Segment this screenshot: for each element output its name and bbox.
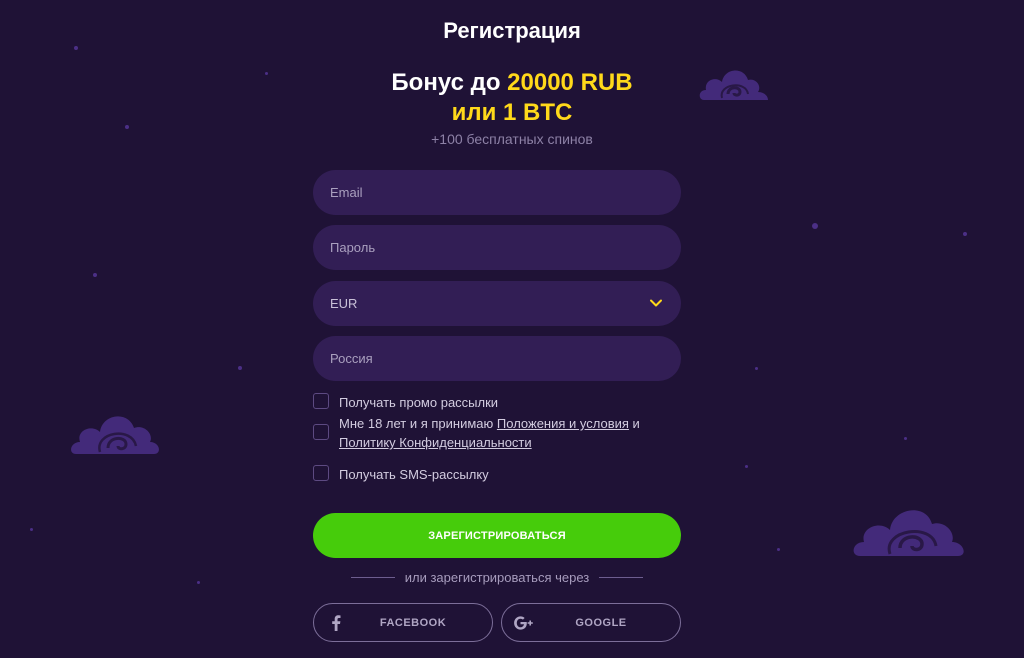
terms-prefix: Мне 18 лет и я принимаю: [339, 416, 497, 431]
divider-line: [599, 577, 644, 578]
decor-dot: [197, 581, 200, 584]
page-title: Регистрация: [443, 18, 581, 43]
decor-dot: [755, 367, 758, 370]
terms-and: и: [628, 416, 640, 431]
privacy-policy-link[interactable]: Политику Конфиденциальности: [339, 435, 532, 450]
facebook-button[interactable]: FACEBOOK: [313, 603, 493, 642]
decor-dot: [963, 232, 967, 236]
decor-dot: [93, 273, 97, 277]
sms-checkbox[interactable]: [313, 465, 329, 481]
terms-link[interactable]: Положения и условия: [497, 416, 629, 431]
decor-dot: [812, 223, 818, 229]
bonus-headline: Бонус до 20000 RUB или 1 BTC: [0, 68, 1024, 128]
decor-dot: [777, 548, 780, 551]
sms-checkbox-label: Получать SMS-рассылку: [339, 467, 489, 482]
currency-value: EUR: [330, 296, 358, 311]
bonus-amount: 20000 RUB: [507, 69, 633, 96]
decor-dot: [904, 437, 907, 440]
divider-line: [350, 577, 395, 578]
register-button[interactable]: ЗАРЕГИСТРИРОВАТЬСЯ: [313, 513, 681, 558]
decor-dot: [745, 465, 748, 468]
currency-select[interactable]: EUR: [313, 281, 681, 326]
social-divider: или зарегистрироваться через: [313, 570, 681, 585]
decor-dot: [238, 366, 242, 370]
terms-checkbox[interactable]: [313, 424, 329, 440]
bonus-btc: или 1 BTC: [451, 99, 573, 126]
cloud-decoration: [71, 416, 159, 454]
google-plus-icon: [502, 615, 546, 630]
email-input[interactable]: [330, 170, 681, 215]
free-spins-text: +100 бесплатных спинов: [431, 131, 593, 147]
terms-checkbox-row[interactable]: Мне 18 лет и я принимаю Положения и усло…: [313, 414, 640, 452]
password-input[interactable]: [330, 225, 681, 270]
cloud-decoration: [853, 510, 964, 556]
country-input[interactable]: [330, 336, 681, 381]
facebook-label: FACEBOOK: [379, 616, 447, 629]
password-field[interactable]: [313, 225, 681, 270]
decor-dot: [30, 528, 33, 531]
google-button[interactable]: GOOGLE: [501, 603, 681, 642]
google-label: GOOGLE: [575, 616, 627, 629]
country-field[interactable]: [313, 336, 681, 381]
promo-checkbox-row[interactable]: Получать промо рассылки: [313, 393, 498, 412]
promo-checkbox[interactable]: [313, 393, 329, 409]
or-register-text: или зарегистрироваться через: [404, 570, 590, 585]
bonus-line-1: Бонус до 20000 RUB: [0, 68, 1024, 98]
chevron-down-icon[interactable]: [649, 296, 663, 310]
facebook-icon: [314, 614, 358, 631]
decor-dot: [74, 46, 78, 50]
promo-checkbox-label: Получать промо рассылки: [339, 395, 499, 410]
sms-checkbox-row[interactable]: Получать SMS-рассылку: [313, 465, 489, 484]
terms-checkbox-label: Мне 18 лет и я принимаю Положения и усло…: [339, 414, 640, 452]
bonus-prefix: Бонус до: [391, 69, 508, 96]
email-field[interactable]: [313, 170, 681, 215]
